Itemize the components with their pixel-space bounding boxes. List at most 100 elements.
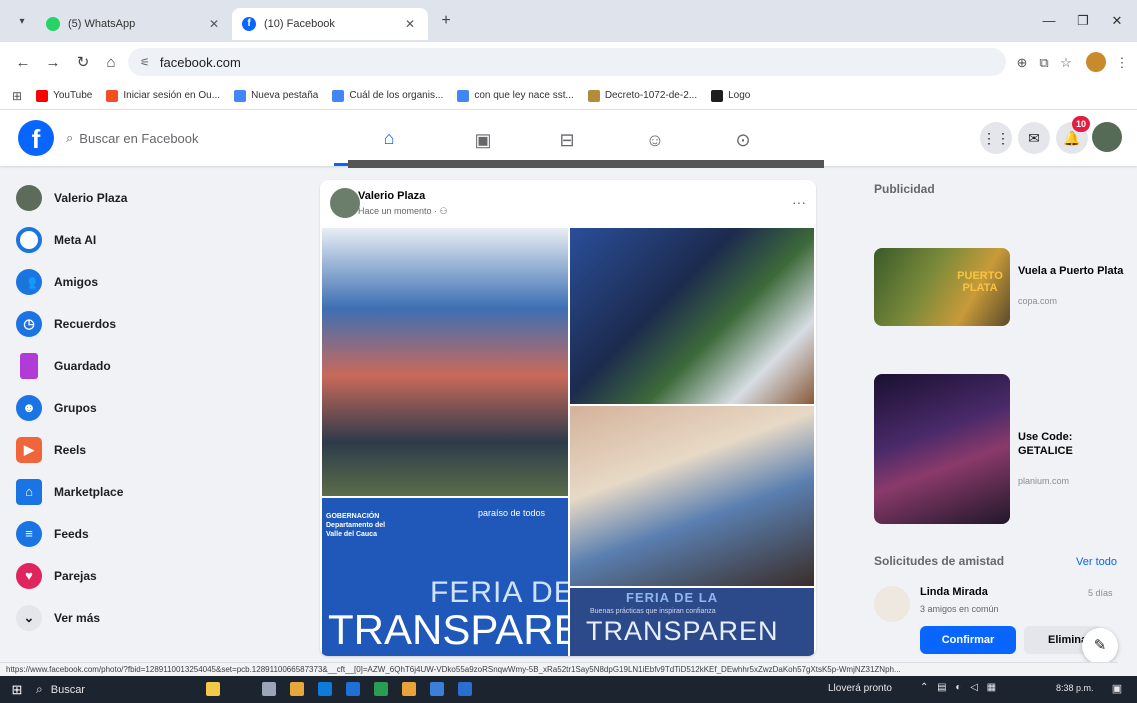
bookmark-label: Iniciar sesión en Ou... [123,90,221,101]
window-close-button[interactable]: ✕ [1102,10,1132,32]
stories-strip[interactable] [348,160,824,168]
account-avatar[interactable] [1092,122,1122,152]
nav-gaming[interactable]: ⊙ [688,114,798,166]
tab-search-icon[interactable]: ▾ [12,12,32,32]
confirm-button[interactable]: Confirmar [920,626,1016,654]
status-url-bar: https://www.facebook.com/photo/?fbid=128… [0,662,1118,676]
sidebar-item-grupos[interactable]: ☻ Grupos [16,388,97,428]
post-photo-stage[interactable]: FERIA DE LA Buenas prácticas que inspira… [570,588,814,656]
groups-icon: ☻ [16,395,42,421]
new-message-button[interactable]: ✎ [1082,628,1118,664]
chrome-icon[interactable] [402,682,416,696]
file-explorer-icon[interactable] [290,682,304,696]
bookmark-star-icon[interactable]: ☆ [1056,53,1076,73]
site-info-icon[interactable]: ⚟ [140,56,150,69]
store-icon[interactable] [346,682,360,696]
post-photo-speakers[interactable] [570,228,814,404]
post-options-icon[interactable]: ··· [792,194,806,210]
widget-icon[interactable] [206,682,220,696]
close-icon[interactable]: ✕ [402,17,418,31]
post-timestamp[interactable]: Hace un momento · ⚇ [358,206,448,217]
sidebar-item-guardado[interactable]: Guardado [16,346,111,386]
bookmark-ley-sst[interactable]: con que ley nace sst... [457,89,574,102]
request-mutual-friends[interactable]: 3 amigos en común [920,604,999,614]
reload-button[interactable]: ↻ [72,52,94,74]
app-icon[interactable] [430,682,444,696]
saved-icon [20,353,38,379]
notification-badge: 10 [1072,116,1090,132]
sidebar-item-label: Reels [54,443,87,457]
sidebar-item-ver-mas[interactable]: ⌄ Ver más [16,598,100,638]
bookmark-new-tab[interactable]: Nueva pestaña [234,89,318,102]
browser-menu-icon[interactable]: ⋮ [1112,53,1132,73]
bookmark-label: YouTube [53,90,93,101]
ad-title[interactable]: Use Code: GETALICE [1018,430,1128,458]
facebook-search[interactable]: ⌕ Buscar en Facebook [60,120,300,156]
weather-widget[interactable]: Lloverá pronto [828,683,892,694]
request-age: 5 días [1088,588,1113,598]
sidebar-item-amigos[interactable]: 👥 Amigos [16,262,98,302]
request-name[interactable]: Linda Mirada [920,586,988,598]
app-icon[interactable] [458,682,472,696]
bell-icon: 🔔 [1063,130,1081,146]
ad-title[interactable]: Vuela a Puerto Plata [1018,264,1128,278]
request-avatar[interactable] [874,586,910,622]
google-icon [234,89,247,102]
home-button[interactable]: ⌂ [100,52,122,74]
sidebar-item-profile[interactable]: Valerio Plaza [16,178,127,218]
new-tab-button[interactable]: + [436,12,456,32]
post-photo-attendees[interactable] [570,406,814,586]
sidebar-item-feeds[interactable]: ≡ Feeds [16,514,89,554]
clock[interactable]: 8:38 p.m. [1056,683,1094,693]
back-button[interactable]: ← [12,52,34,74]
feeds-icon: ≡ [16,521,42,547]
sidebar-item-marketplace[interactable]: ⌂ Marketplace [16,472,123,512]
messenger-button[interactable]: ✉ [1018,122,1050,154]
sidebar-item-recuerdos[interactable]: ◷ Recuerdos [16,304,116,344]
bookmark-label: Logo [728,90,751,101]
post-author-avatar[interactable] [330,188,360,218]
edge-icon[interactable] [318,682,332,696]
tab-whatsapp[interactable]: (5) WhatsApp ✕ [36,8,232,40]
tab-facebook[interactable]: f (10) Facebook ✕ [232,8,428,40]
apps-grid-icon[interactable]: ⊞ [12,89,22,103]
cast-icon[interactable]: ⧉ [1034,53,1054,73]
minimize-button[interactable]: — [1034,10,1064,32]
banner-transparencia-text: TRANSPARE [328,606,568,653]
system-tray-icons[interactable]: ⌃ ▤ ◐ ◁ ▦ [920,682,999,693]
facebook-logo[interactable]: f [18,120,54,156]
post-author-name[interactable]: Valerio Plaza [358,190,425,202]
video-icon: ▣ [474,129,492,150]
bookmark-decreto[interactable]: Decreto-1072-de-2... [587,89,698,102]
browser-tabstrip: ▾ (5) WhatsApp ✕ f (10) Facebook ✕ + — ❐… [0,0,1137,42]
restore-button[interactable]: ❐ [1068,10,1098,32]
bookmark-organismos[interactable]: Cuál de los organis... [332,89,443,102]
browser-profile-avatar[interactable] [1086,52,1106,72]
marketplace-icon: ⌂ [16,479,42,505]
sidebar-item-reels[interactable]: ▶ Reels [16,430,86,470]
notification-center-icon[interactable]: ▣ [1110,682,1124,696]
stage-transparencia-text: TRANSPAREN [586,616,779,646]
post-photo-audience[interactable] [322,228,568,496]
bookmark-logo[interactable]: Logo [711,89,751,102]
app-icon[interactable] [374,682,388,696]
sidebar-item-parejas[interactable]: ♥ Parejas [16,556,97,596]
ad-image-getalice[interactable] [874,374,1010,524]
see-all-link[interactable]: Ver todo [1076,556,1117,568]
menu-grid-button[interactable]: ⋮⋮ [980,122,1012,154]
bookmark-label: Decreto-1072-de-2... [604,90,698,101]
zoom-icon[interactable]: ⊕ [1012,53,1032,73]
post-photo-banner[interactable]: GOBERNACIÓN Departamento del Valle del C… [322,498,568,656]
ad-image-puerto-plata[interactable]: PUERTO PLATA [874,248,1010,326]
bookmark-youtube[interactable]: YouTube [36,89,93,102]
address-bar[interactable]: ⚟ facebook.com [128,48,1006,76]
windows-start-icon[interactable]: ⊞ [8,681,26,698]
youtube-icon [36,89,49,102]
close-icon[interactable]: ✕ [206,17,222,31]
sidebar-item-meta-ai[interactable]: Meta AI [16,220,96,260]
forward-button[interactable]: → [42,52,64,74]
task-view-icon[interactable] [262,682,276,696]
taskbar-search[interactable]: ⌕ Buscar [36,679,196,700]
bookmark-outlook[interactable]: Iniciar sesión en Ou... [106,89,221,102]
sidebar-item-label: Ver más [54,611,101,625]
